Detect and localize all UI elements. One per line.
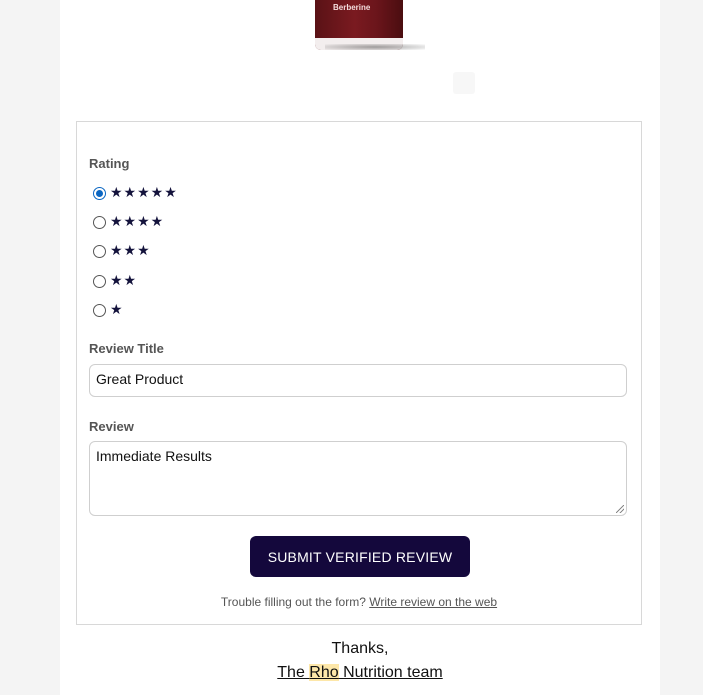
radio-2-stars[interactable] <box>93 274 106 288</box>
four-stars-icon: ★★★★ <box>110 214 165 230</box>
team-signature[interactable]: The Rho Nutrition team <box>60 664 660 682</box>
decorative-square <box>453 72 475 94</box>
one-star-icon: ★ <box>110 302 124 318</box>
submit-review-button[interactable]: SUBMIT VERIFIED REVIEW <box>250 536 470 577</box>
bottle-icon: Berberine <box>315 0 403 50</box>
team-link[interactable]: The Rho Nutrition team <box>277 664 443 681</box>
thanks-text: Thanks, <box>331 640 389 657</box>
radio-3-stars[interactable] <box>93 244 106 258</box>
review-form: Rating ★★★★★ ★★★★ ★★★ ★★ ★ Review Title … <box>76 121 642 625</box>
trouble-text: Trouble filling out the form? <box>220 595 366 609</box>
review-textarea[interactable]: Immediate Results <box>89 441 627 516</box>
rating-option-5[interactable]: ★★★★★ <box>93 185 178 201</box>
radio-4-stars[interactable] <box>93 215 106 229</box>
rating-option-2[interactable]: ★★ <box>93 273 137 289</box>
trouble-note: Trouble filling out the form? Write revi… <box>77 595 641 609</box>
rating-option-4[interactable]: ★★★★ <box>93 214 164 230</box>
review-text: Immediate Results <box>96 448 212 464</box>
review-title-input[interactable]: Great Product <box>89 364 627 397</box>
resize-handle-icon[interactable] <box>616 505 624 513</box>
three-stars-icon: ★★★ <box>110 243 151 259</box>
two-stars-icon: ★★ <box>110 273 138 289</box>
rating-option-3[interactable]: ★★★ <box>93 243 151 259</box>
write-review-web-link[interactable]: Write review on the web <box>369 595 497 609</box>
product-image: Berberine <box>315 0 435 56</box>
radio-5-stars[interactable] <box>93 186 106 200</box>
rating-option-1[interactable]: ★ <box>93 302 124 318</box>
bottle-label: Berberine <box>333 3 371 12</box>
email-body: Berberine Rating ★★★★★ ★★★★ ★★★ ★★ ★ Rev… <box>60 0 660 695</box>
review-label: Review <box>89 419 134 434</box>
rating-label: Rating <box>89 156 130 171</box>
five-stars-icon: ★★★★★ <box>110 185 178 201</box>
review-title-label: Review Title <box>89 341 164 356</box>
highlighted-brand: Rho <box>309 664 339 681</box>
radio-1-star[interactable] <box>93 303 106 317</box>
